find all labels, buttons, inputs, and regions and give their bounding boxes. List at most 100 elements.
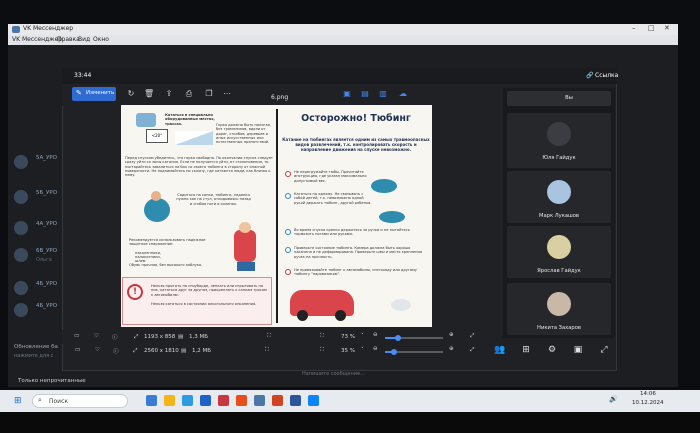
wheel-icon xyxy=(297,310,308,321)
monitor-icon[interactable]: ▭ xyxy=(75,347,80,353)
slides-icon[interactable]: ▥ xyxy=(378,89,388,99)
zoom-slider[interactable] xyxy=(385,349,443,355)
vk-icon[interactable] xyxy=(254,395,265,406)
chat-item[interactable]: 5Б_УРО xyxy=(14,187,64,209)
word-icon[interactable] xyxy=(290,395,301,406)
chat-item[interactable]: 5А_УРО xyxy=(14,152,64,174)
chat-item[interactable]: 4А_УРО xyxy=(14,218,64,240)
info-icon[interactable]: ⓘ xyxy=(113,347,119,355)
more-icon[interactable]: ⋯ xyxy=(222,89,232,99)
settings-icon[interactable]: ⚙ xyxy=(546,344,558,356)
app-icon[interactable] xyxy=(218,395,229,406)
participant-tile[interactable]: Ярослав Гайдук xyxy=(507,226,611,278)
minimize-icon[interactable]: – xyxy=(632,24,636,32)
image-dimensions: 2560 x 1810 xyxy=(144,348,179,354)
link-icon: 🔗 xyxy=(586,72,594,79)
zoom-in-icon[interactable]: ⊕ xyxy=(449,346,454,352)
menu-edit[interactable]: Правка xyxy=(57,36,80,43)
pip-icon[interactable]: ▣ xyxy=(572,344,584,356)
volume-icon[interactable]: 🔊 xyxy=(609,395,618,403)
participant-tile[interactable]: Никита Захаров xyxy=(507,283,611,335)
explorer-icon[interactable] xyxy=(164,395,175,406)
chat-item[interactable]: 4Б_УРО xyxy=(14,278,64,300)
search-box[interactable]: ⌕ Поиск xyxy=(32,394,128,408)
edit-button-label: Изменить xyxy=(86,90,115,96)
update-banner[interactable]: Обновление ба нажмите для с xyxy=(14,344,60,366)
rotate-icon[interactable]: ↻ xyxy=(126,89,136,99)
zoom-slider-knob[interactable] xyxy=(391,349,397,355)
dims-icon: ⤢ xyxy=(133,348,138,354)
fit-icon[interactable]: ⛶ xyxy=(267,333,271,340)
left-para: Перед спуском убедитесь, что горка свобо… xyxy=(125,156,274,178)
dims-icon: ⤢ xyxy=(134,334,139,340)
fullscreen-icon[interactable]: ⛶ xyxy=(320,347,324,354)
ok-icon xyxy=(285,193,291,199)
favorite-icon[interactable]: ♡ xyxy=(95,347,100,353)
unread-filter[interactable]: Только непрочитанные xyxy=(18,378,86,384)
video-icon[interactable]: ▤ xyxy=(360,89,370,99)
self-tab[interactable]: Вы xyxy=(507,91,611,106)
chat-name: 4А_УРО xyxy=(36,221,58,227)
cloud-icon[interactable]: ☁ xyxy=(398,89,408,99)
zoom-slider-knob[interactable] xyxy=(395,335,401,341)
update-title: Обновление ба xyxy=(14,344,58,350)
zoom-level[interactable]: 35 % xyxy=(341,348,355,354)
edge-icon[interactable] xyxy=(182,395,193,406)
edit-button[interactable]: ✎ Изменить xyxy=(72,87,116,101)
monitor-bezel xyxy=(0,412,700,433)
grid-icon[interactable]: ⊞ xyxy=(520,344,532,356)
slope-icon xyxy=(175,131,213,145)
store-icon[interactable] xyxy=(200,395,211,406)
share-icon[interactable]: ⇪ xyxy=(164,89,174,99)
zoom-in-icon[interactable]: ⊕ xyxy=(449,332,454,338)
menu-view[interactable]: Вид xyxy=(78,36,90,43)
zoom-slider[interactable] xyxy=(385,335,443,341)
menu-app[interactable]: VK Мессенджер xyxy=(12,36,62,43)
fullscreen-icon[interactable]: ⤢ xyxy=(598,344,610,356)
chat-item[interactable]: 4Б_УРО xyxy=(14,300,64,322)
edit-icon: ✎ xyxy=(76,89,82,97)
vk-title: VK Мессенджер xyxy=(23,25,74,32)
left-top-2: Горка должна быть пологая, без трамплино… xyxy=(216,123,271,145)
taskview-icon[interactable] xyxy=(146,395,157,406)
participant-name: Никита Захаров xyxy=(537,325,581,331)
chat-item[interactable]: 6В_УРО Ольга xyxy=(14,245,64,267)
search-label: Поиск xyxy=(49,398,69,405)
chevron-down-icon[interactable]: ˅ xyxy=(361,333,364,339)
expand-icon[interactable]: ⤢ xyxy=(470,347,474,354)
tube-kids-icon xyxy=(379,211,405,223)
doc-subtitle: Катание на тюбингах является одним из са… xyxy=(282,137,430,152)
screen: VK Мессенджер – □ ✕ VK Мессенджер Правка… xyxy=(0,0,700,433)
maximize-icon[interactable]: □ xyxy=(648,24,655,32)
file-size: 1,2 МБ xyxy=(192,348,212,354)
menu-window[interactable]: Окно xyxy=(93,36,109,43)
print-icon[interactable]: ⎙ xyxy=(184,89,194,99)
windows-start-icon[interactable]: ⊞ xyxy=(14,396,22,406)
zoom-level[interactable]: 73 % xyxy=(341,334,355,340)
monitor-icon[interactable]: ▭ xyxy=(74,333,79,339)
telegram-icon[interactable] xyxy=(308,395,319,406)
info-icon[interactable]: ⓘ xyxy=(112,333,118,341)
powerpoint-icon[interactable] xyxy=(272,395,283,406)
link-button[interactable]: Ссылка xyxy=(595,72,618,79)
chevron-down-icon[interactable]: ˅ xyxy=(361,347,364,353)
zoom-out-icon[interactable]: ⊖ xyxy=(373,332,378,338)
participant-tile[interactable]: Марк Лукашов xyxy=(507,171,611,223)
app-icon[interactable]: ▣ xyxy=(342,89,352,99)
close-icon[interactable]: ✕ xyxy=(664,24,670,32)
message-hint: Напишите сообщение... xyxy=(302,371,365,377)
zoom-out-icon[interactable]: ⊖ xyxy=(373,346,378,352)
participant-tile[interactable]: Юля Гайдук xyxy=(507,113,611,168)
delete-icon[interactable]: 🗑 xyxy=(144,89,154,99)
chat-name: 6В_УРО xyxy=(36,248,58,254)
fit-icon[interactable]: ⛶ xyxy=(265,347,269,354)
yandex-icon[interactable] xyxy=(236,395,247,406)
no-icon xyxy=(285,171,291,177)
expand-icon[interactable]: ⤢ xyxy=(470,333,474,340)
favorite-icon[interactable]: ♡ xyxy=(94,333,99,339)
warning-box: ! Нельзя прыгать на сноуборде, ленкать и… xyxy=(122,277,272,325)
copy-icon[interactable]: ❐ xyxy=(204,89,214,99)
child-skier-icon xyxy=(234,230,256,262)
fullscreen-icon[interactable]: ⛶ xyxy=(320,333,324,340)
participants-icon[interactable]: 👥 xyxy=(494,344,506,356)
